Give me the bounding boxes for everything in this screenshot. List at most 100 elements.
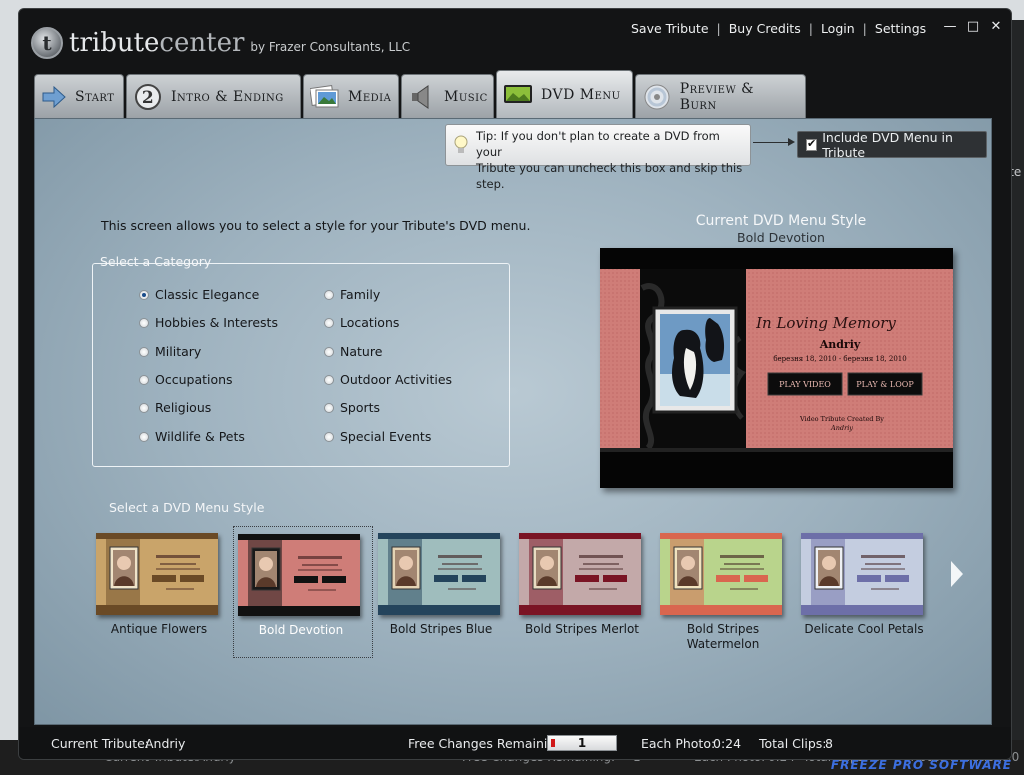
preview-artwork: In Loving Memory Andriy березня 18, 2010… — [600, 248, 953, 488]
settings-link[interactable]: Settings — [875, 21, 926, 36]
close-icon[interactable]: ✕ — [989, 20, 1003, 34]
total-clips-value: 8 — [825, 736, 833, 751]
preview-person: Andriy — [819, 338, 861, 351]
style-name: Antique Flowers — [110, 622, 208, 636]
radio-religious[interactable]: Religious — [139, 400, 211, 415]
each-photo-label: Each Photo: — [641, 736, 716, 751]
disc-icon — [642, 82, 672, 112]
play-video-label: PLAY VIDEO — [779, 380, 831, 389]
tab-label: Media — [348, 88, 392, 105]
radio-label: Wildlife & Pets — [155, 429, 245, 444]
style-name: Delicate Cool Petals — [804, 622, 924, 636]
dvd-menu-panel: Tip: If you don't plan to create a DVD f… — [34, 118, 992, 725]
menu-separator: | — [808, 21, 813, 36]
tab-music[interactable]: Music — [401, 74, 494, 118]
current-style-name: Bold Devotion — [737, 230, 825, 245]
tab-start[interactable]: Start — [34, 74, 124, 118]
category-legend: Select a Category — [97, 254, 215, 269]
tip-arrow — [753, 138, 795, 146]
style-preview-image — [660, 533, 782, 615]
radio-special-events[interactable]: Special Events — [324, 429, 431, 444]
minimize-icon[interactable]: — — [943, 20, 957, 34]
free-changes-label: Free Changes Remaining: — [408, 736, 568, 751]
status-bar: Current Tribute: Andriy Free Changes Rem… — [19, 727, 1011, 759]
checkbox-checked-icon[interactable] — [806, 137, 818, 151]
tv-screen-icon — [503, 80, 533, 110]
current-style-title: Current DVD Menu Style — [695, 213, 867, 229]
dvd-menu-preview: In Loving Memory Andriy березня 18, 2010… — [600, 248, 953, 488]
include-dvd-menu-label: Include DVD Menu in Tribute — [822, 129, 953, 160]
watermark: FREEZE PRO SOFTWARE — [830, 758, 1012, 772]
style-preview-image — [801, 533, 923, 615]
logo-byline: by Frazer Consultants, LLC — [250, 40, 411, 54]
preview-dates: березня 18, 2010 - березня 18, 2010 — [773, 355, 906, 363]
radio-classic-elegance[interactable]: Classic Elegance — [139, 287, 259, 302]
current-tribute-label: Current Tribute: — [51, 736, 149, 751]
radio-icon — [139, 402, 149, 413]
tab-preview-burn[interactable]: Preview & Burn — [635, 74, 806, 118]
style-name: Bold Stripes Blue — [389, 622, 493, 636]
logo-mark-icon: t — [31, 27, 63, 59]
lightbulb-icon — [454, 135, 468, 159]
style-name: Bold Stripes Watermelon — [686, 622, 760, 651]
radio-icon — [139, 374, 149, 385]
include-dvd-menu-checkbox[interactable]: Include DVD Menu in Tribute — [797, 129, 987, 160]
style-thumbnail-bold-stripes-merlot[interactable]: Bold Stripes Merlot — [515, 526, 655, 658]
tip-line-1: Tip: If you don't plan to create a DVD f… — [476, 128, 744, 160]
radio-outdoor-activities[interactable]: Outdoor Activities — [324, 372, 452, 387]
tab-label: Music — [444, 88, 488, 105]
radio-icon — [324, 374, 334, 385]
main-tabs: Start 2 Intro & Ending Media Music DVD M… — [34, 70, 808, 118]
radio-icon — [324, 431, 334, 442]
preview-credit-1: Video Tribute Created By — [799, 415, 884, 423]
tab-intro-ending[interactable]: 2 Intro & Ending — [126, 74, 301, 118]
style-thumbnail-delicate-cool-petals[interactable]: Delicate Cool Petals — [797, 526, 937, 658]
style-preview-image — [519, 533, 641, 615]
style-selector-label: Select a DVD Menu Style — [109, 500, 265, 515]
radio-hobbies-interests[interactable]: Hobbies & Interests — [139, 315, 278, 330]
radio-wildlife-pets[interactable]: Wildlife & Pets — [139, 429, 245, 444]
window-controls: — □ ✕ — [943, 20, 1003, 34]
radio-label: Outdoor Activities — [340, 372, 453, 387]
category-group: Select a Category Classic Elegance Hobbi… — [92, 254, 510, 467]
play-loop-label: PLAY & LOOP — [856, 380, 914, 389]
style-preview-image — [378, 533, 500, 615]
tribute-center-window: t tributecenter by Frazer Consultants, L… — [18, 8, 1012, 760]
radio-occupations[interactable]: Occupations — [139, 372, 233, 387]
radio-icon — [139, 346, 149, 357]
menu-separator: | — [862, 21, 867, 36]
radio-locations[interactable]: Locations — [324, 315, 399, 330]
radio-label: Locations — [340, 315, 400, 330]
intro-text: This screen allows you to select a style… — [101, 218, 531, 233]
radio-family[interactable]: Family — [324, 287, 380, 302]
login-link[interactable]: Login — [821, 21, 855, 36]
style-thumbnail-bold-stripes-blue[interactable]: Bold Stripes Blue — [374, 526, 514, 658]
top-menu: Save Tribute | Buy Credits | Login | Settin… — [631, 21, 926, 36]
radio-nature[interactable]: Nature — [324, 344, 382, 359]
current-tribute-name: Andriy — [145, 736, 186, 751]
style-name: Bold Stripes Merlot — [524, 622, 640, 636]
logo-text: tributecenter — [69, 28, 244, 58]
radio-icon — [324, 317, 334, 328]
save-tribute-link[interactable]: Save Tribute — [631, 21, 709, 36]
maximize-icon[interactable]: □ — [966, 20, 980, 34]
tip-box: Tip: If you don't plan to create a DVD f… — [445, 124, 751, 191]
style-thumbnail-bold-devotion[interactable]: Bold Devotion — [233, 526, 373, 658]
radio-label: Military — [155, 344, 202, 359]
buy-credits-link[interactable]: Buy Credits — [729, 21, 801, 36]
radio-label: Hobbies & Interests — [155, 315, 278, 330]
style-thumbnail-antique-flowers[interactable]: Antique Flowers — [92, 526, 232, 658]
radio-sports[interactable]: Sports — [324, 400, 380, 415]
tab-label: DVD Menu — [541, 86, 621, 103]
tab-media[interactable]: Media — [303, 74, 399, 118]
app-logo: t tributecenter by Frazer Consultants, L… — [31, 23, 410, 63]
radio-label: Special Events — [340, 429, 432, 444]
radio-label: Religious — [155, 400, 212, 415]
preview-credit-2: Andriy — [830, 424, 853, 432]
tab-dvd-menu[interactable]: DVD Menu — [496, 70, 633, 118]
style-thumbnail-bold-stripes-watermelon[interactable]: Bold Stripes Watermelon — [656, 526, 796, 658]
radio-icon — [324, 346, 334, 357]
radio-icon — [324, 289, 334, 300]
radio-military[interactable]: Military — [139, 344, 201, 359]
next-styles-arrow-icon[interactable] — [949, 559, 965, 593]
